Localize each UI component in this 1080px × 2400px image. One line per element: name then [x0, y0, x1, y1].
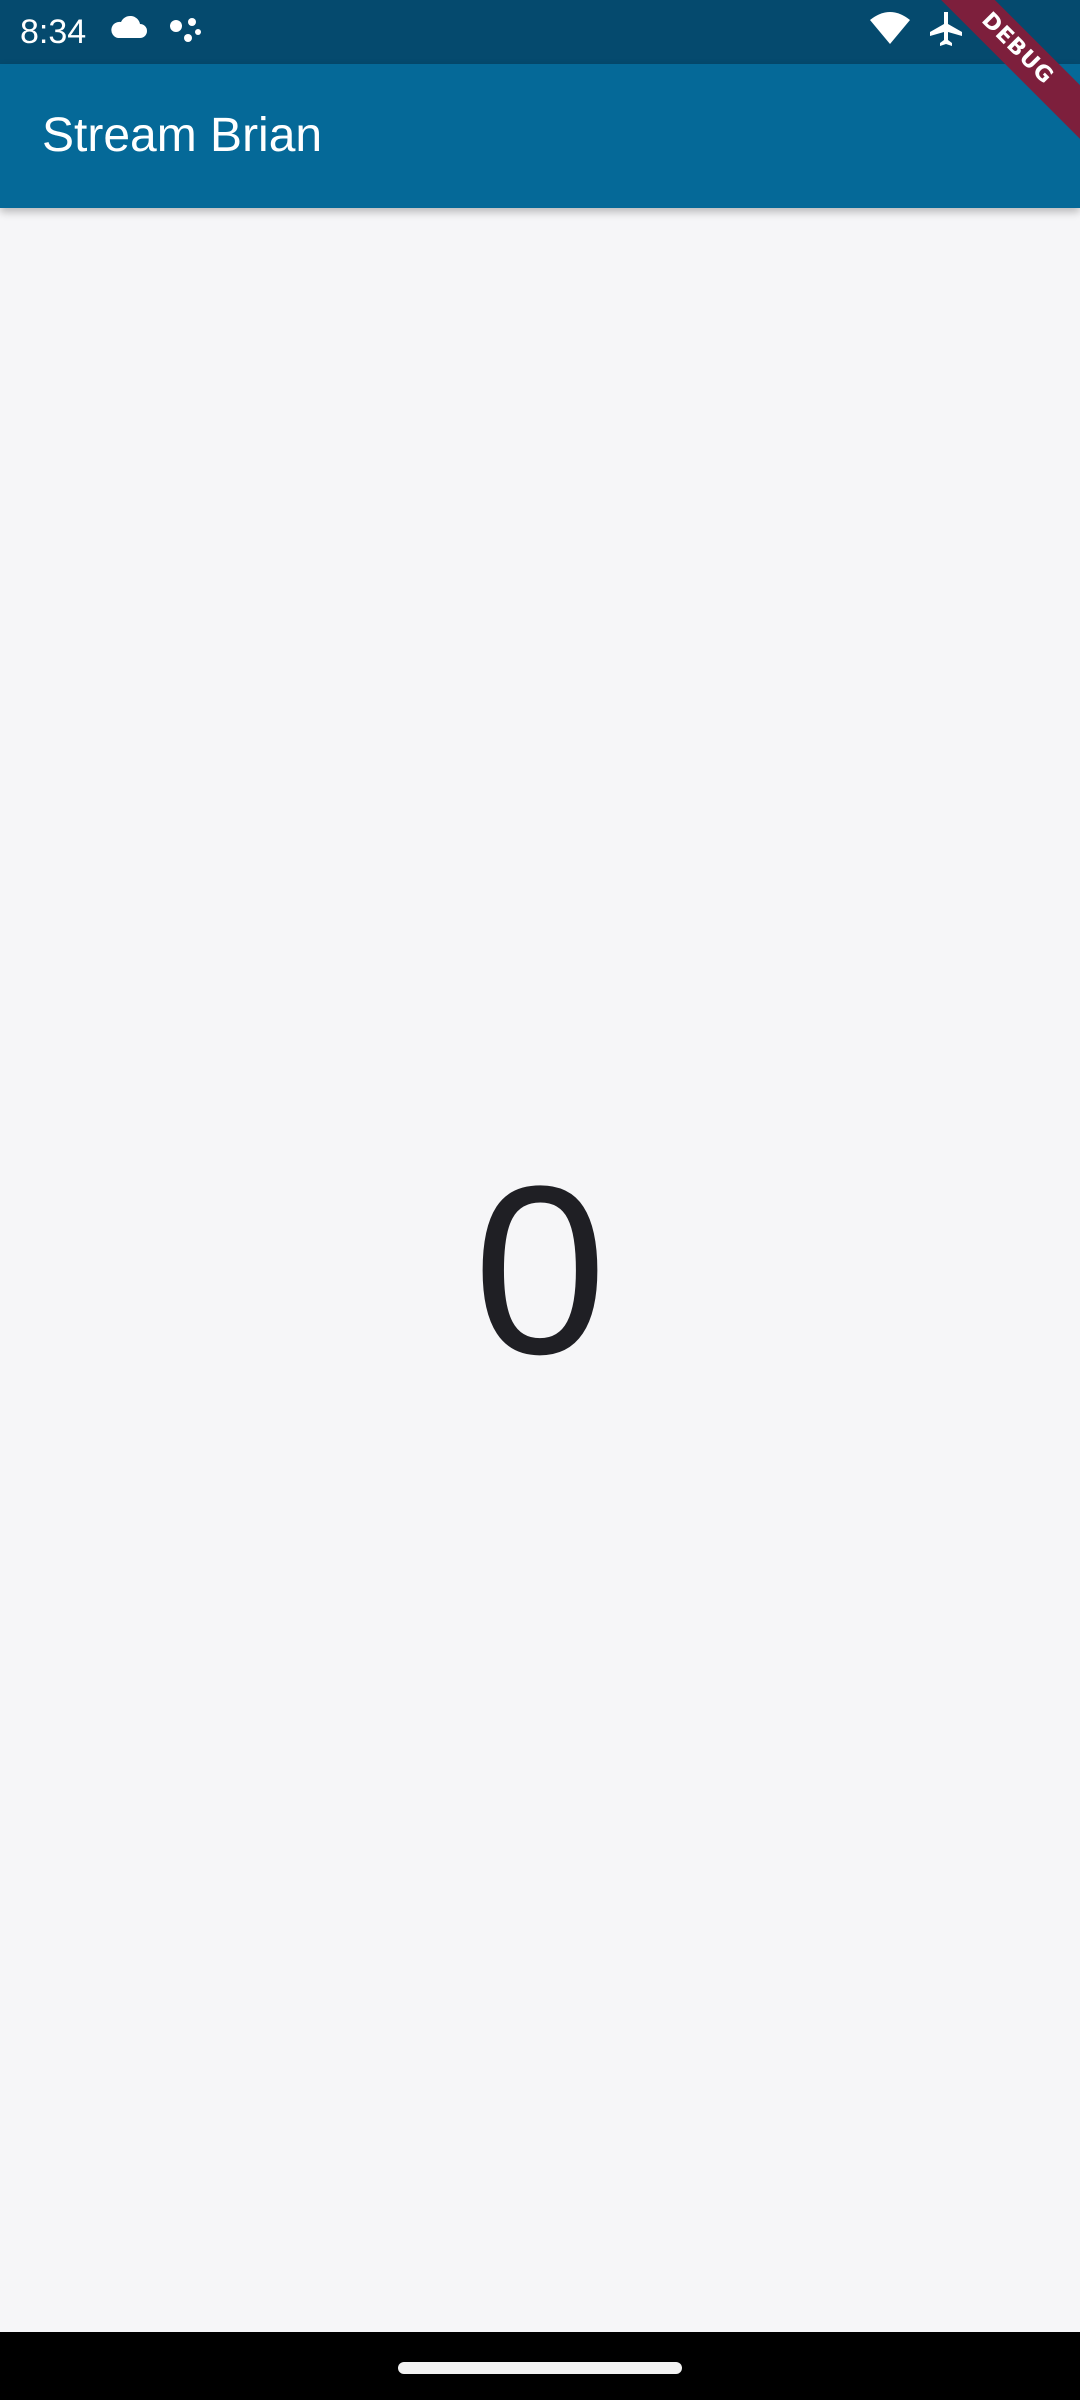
navigation-bar	[0, 2332, 1080, 2400]
app-bar: Stream Brian	[0, 64, 1080, 208]
wifi-icon	[868, 0, 912, 64]
status-bar: 8:34	[0, 0, 1080, 64]
counter-value: 0	[473, 1136, 607, 1404]
debug-banner: DEBUG	[940, 0, 1080, 140]
debug-label: DEBUG	[940, 0, 1080, 140]
assistant-dots-icon	[166, 0, 206, 64]
cloud-icon	[108, 0, 148, 64]
status-time: 8:34	[20, 13, 87, 51]
app-title: Stream Brian	[42, 109, 323, 162]
home-gesture-handle[interactable]	[398, 2362, 682, 2374]
